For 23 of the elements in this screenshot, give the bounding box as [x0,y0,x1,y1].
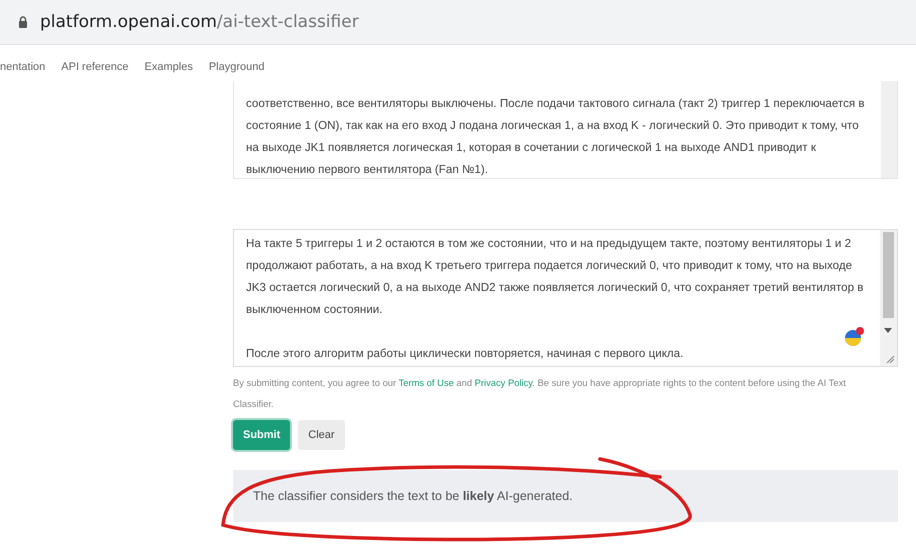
result-text: The classifier considers the text to be likely AI-generated. [253,489,573,503]
address-bar[interactable]: platform.openai.com/ai-text-classifier [0,0,916,45]
nav-link[interactable]: Examples [144,61,193,73]
url-text: platform.openai.com/ai-text-classifier [40,12,359,32]
clear-button[interactable]: Clear [298,420,345,450]
nav-link[interactable]: nentation [0,61,46,73]
submit-button[interactable]: Submit [233,420,290,450]
privacy-link[interactable]: Privacy Policy [474,377,532,388]
terms-link[interactable]: Terms of Use [398,377,454,388]
scroll-down-icon[interactable] [884,328,892,333]
nav-link[interactable]: Playground [208,61,264,73]
text-area[interactable] [233,81,898,179]
paragraph: После этого алгоритм работы циклически повторяется, начиная с первого цикла. [246,346,684,362]
resize-grip-icon[interactable] [886,355,894,363]
lock-icon [18,16,28,28]
scrollbar[interactable] [881,81,897,178]
paragraph: соответственно, все вентиляторы выключены. После подачи тактового сигнала (такт 2) триггер 1 переключается в состояние 1 (ON), так как на его вход J подана логическая 1, а на вход K - логический 0. Это приводит к тому, что на выходе JK1 появляется логическая 1, которая в сочетании с логической 1 на выходе AND1 приводит к выключению первого вентилятора (Fan №1). [246,96,866,178]
disclaimer-text: By submitting content, you agree to our Terms of Use and Privacy Policy. Be sure you have appropriate rights to the content before using the AI Text Classifier. [233,376,847,411]
paragraph: На такте 5 триггеры 1 и 2 остаются в том же состоянии, что и на предыдущем такте, поэтому вентиляторы 1 и 2 продолжают работать, а на вход K третьего триггера подается логический 0, что приводит к тому, что на выходе JK3 остается логический 0, а на выходе AND2 также появляется логический 0, что сохраняет третий вентилятор в выключенном состоянии. [246,236,864,318]
text-input[interactable] [233,229,898,367]
nav-link[interactable]: API reference [61,61,129,73]
extension-icon[interactable] [843,326,865,348]
scrollbar[interactable] [880,230,897,366]
